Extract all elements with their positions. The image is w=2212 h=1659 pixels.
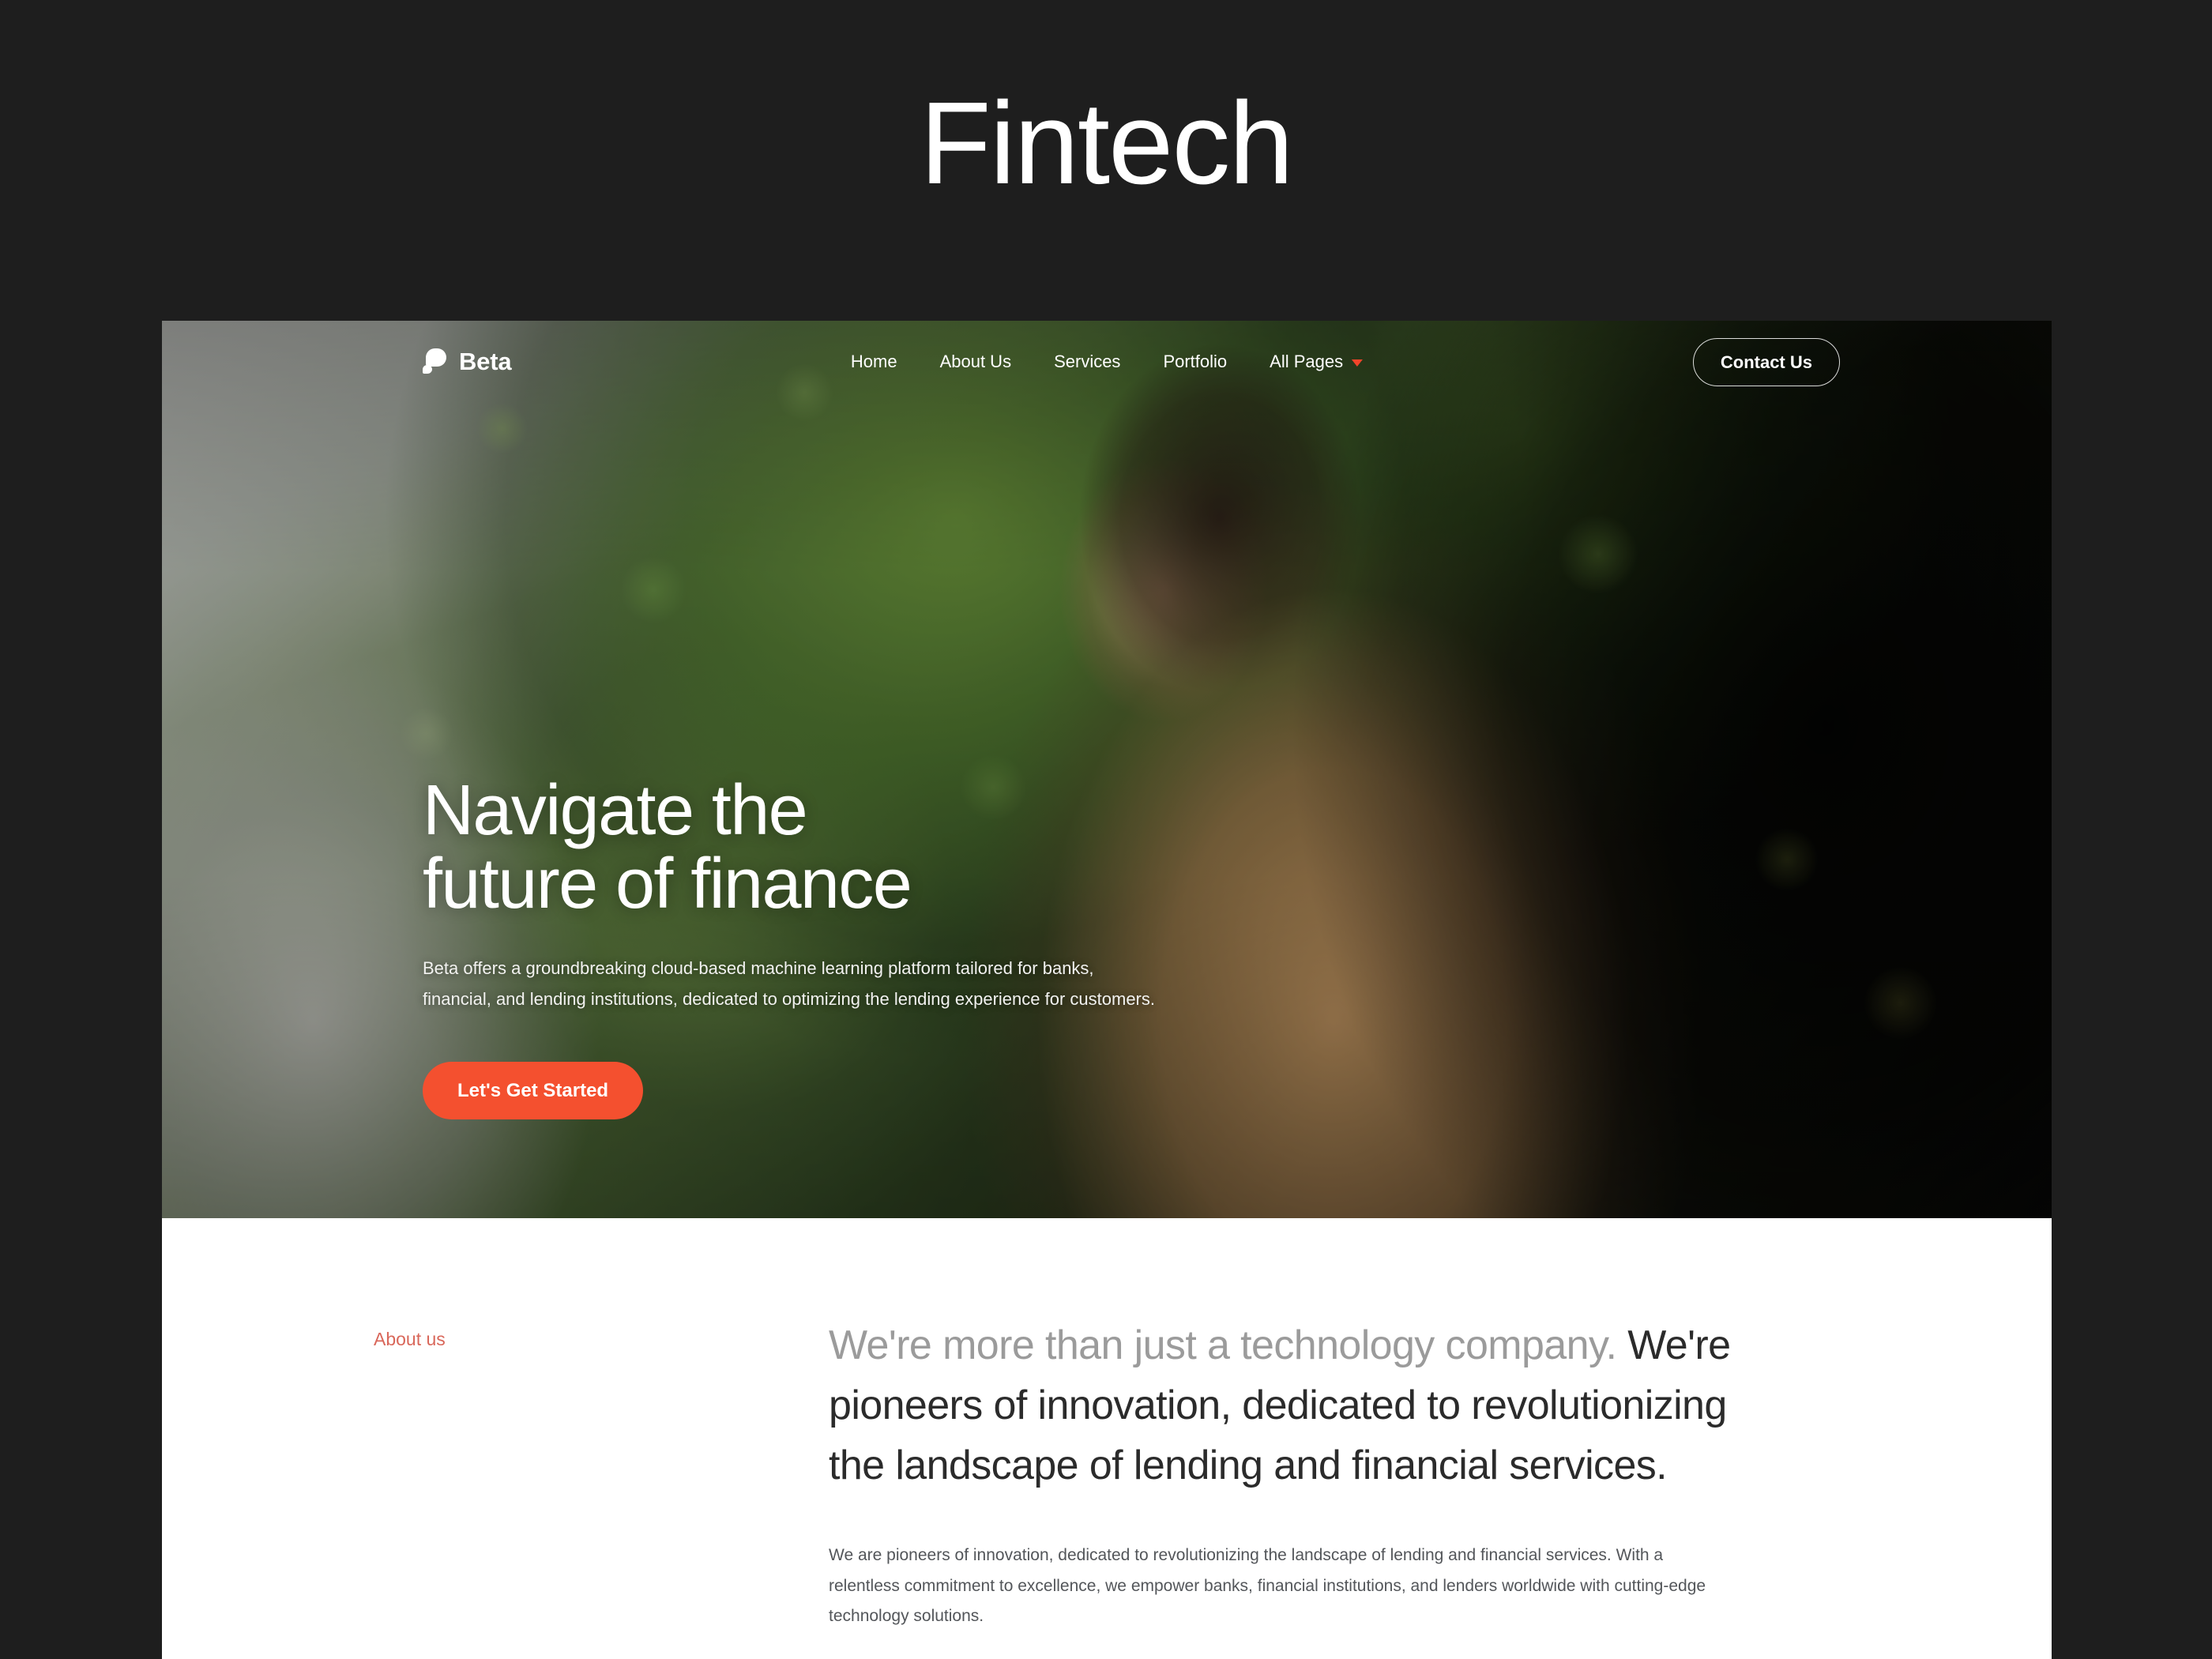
- brand-logo[interactable]: Beta: [423, 348, 512, 376]
- hero-subtitle-line-2: financial, and lending institutions, ded…: [423, 988, 1155, 1009]
- site-navbar: Beta Home About Us Services Portfolio Al…: [162, 321, 2052, 403]
- about-paragraph: We are pioneers of innovation, dedicated…: [829, 1545, 1706, 1626]
- nav-item-label: Portfolio: [1163, 352, 1228, 371]
- nav-item-portfolio[interactable]: Portfolio: [1163, 352, 1227, 372]
- about-heading-muted: We're more than just a technology compan…: [829, 1322, 1617, 1368]
- hero-section: Beta Home About Us Services Portfolio Al…: [162, 321, 2052, 1218]
- nav-item-all-pages[interactable]: All Pages: [1270, 352, 1364, 372]
- hero-subtitle-line-1: Beta offers a groundbreaking cloud-based…: [423, 958, 1094, 979]
- about-label-column: About us: [374, 1316, 829, 1632]
- page-title: Fintech: [920, 78, 1293, 209]
- nav-item-label: Home: [850, 352, 897, 371]
- nav-item-about-us[interactable]: About Us: [940, 352, 1012, 372]
- hero-content: Navigate the future of finance Beta offe…: [423, 774, 1292, 1120]
- nav-item-label: Services: [1054, 352, 1121, 371]
- about-body-column: We're more than just a technology compan…: [829, 1316, 1761, 1632]
- nav-item-home[interactable]: Home: [851, 352, 897, 372]
- nav-item-label: All Pages: [1270, 352, 1344, 371]
- hero-title-line-2: future of finance: [423, 844, 912, 924]
- lets-get-started-button[interactable]: Let's Get Started: [423, 1062, 644, 1120]
- hero-title-line-1: Navigate the: [423, 771, 808, 850]
- nav-item-label: About Us: [939, 352, 1012, 371]
- contact-us-button[interactable]: Contact Us: [1692, 337, 1840, 386]
- chevron-down-icon: [1352, 359, 1364, 367]
- about-heading: We're more than just a technology compan…: [829, 1316, 1761, 1496]
- about-section-label: About us: [374, 1329, 446, 1349]
- speech-bubble-logo-icon: [423, 348, 446, 375]
- hero-title: Navigate the future of finance: [423, 774, 1292, 920]
- about-section: About us We're more than just a technolo…: [162, 1218, 2052, 1633]
- website-preview-frame: Beta Home About Us Services Portfolio Al…: [162, 321, 2052, 1659]
- hero-subtitle: Beta offers a groundbreaking cloud-based…: [423, 954, 1181, 1014]
- nav-links: Home About Us Services Portfolio All Pag…: [851, 352, 1364, 372]
- brand-name: Beta: [459, 348, 512, 375]
- nav-item-services[interactable]: Services: [1054, 352, 1120, 372]
